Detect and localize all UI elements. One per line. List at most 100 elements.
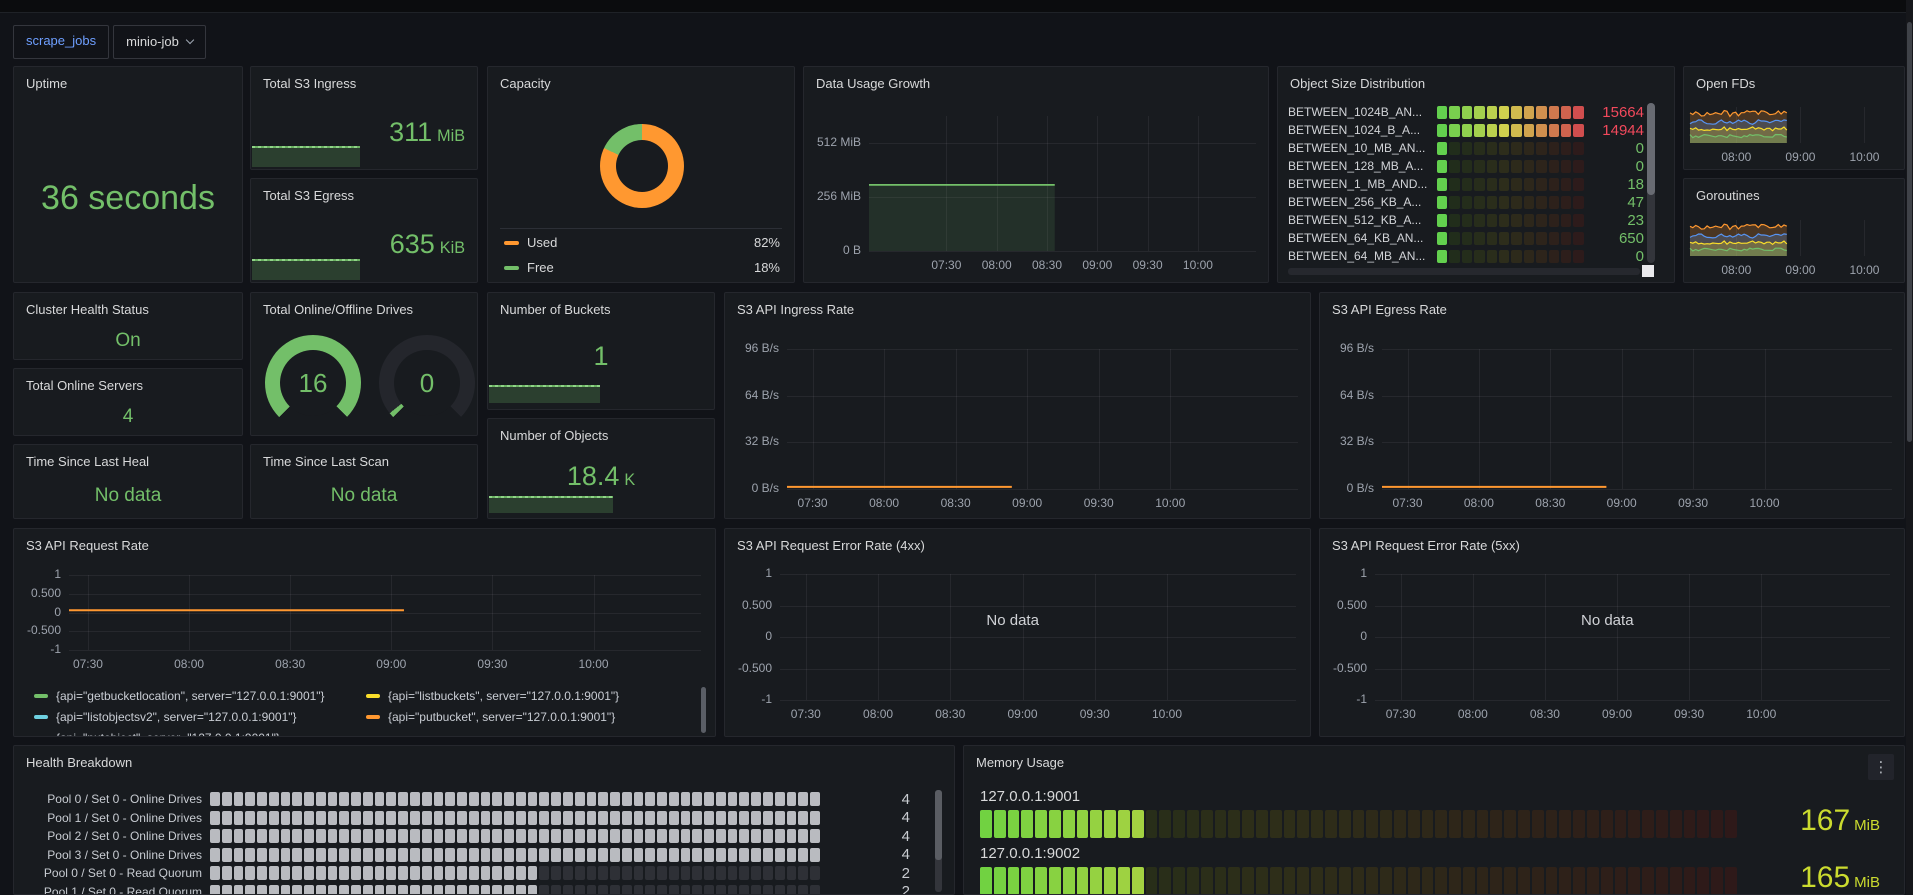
legend-item[interactable]: {api="listobjectsv2", server="127.0.0.1:… [34, 710, 366, 724]
panel-title[interactable]: Total S3 Ingress [251, 67, 477, 91]
led-cell [292, 848, 302, 862]
page-scrollbar[interactable] [1906, 0, 1913, 895]
panel-title[interactable]: Total S3 Egress [251, 179, 477, 203]
vertical-scrollbar[interactable] [1647, 103, 1655, 263]
led-cell [375, 792, 385, 806]
led-cell [245, 811, 255, 825]
led-cell [234, 885, 244, 895]
panel-title[interactable]: Capacity [488, 67, 794, 91]
x-axis-tick: 09:30 [1069, 496, 1129, 510]
panel-title[interactable]: S3 API Egress Rate [1320, 293, 1904, 317]
led-cell [1474, 106, 1484, 119]
led-cell [1546, 810, 1558, 838]
led-cell [610, 885, 620, 895]
led-cell [657, 885, 667, 895]
memory-value: 167MiB [1720, 804, 1880, 838]
variable-tag-scrape-jobs[interactable]: scrape_jobs [13, 25, 109, 59]
legend-item[interactable]: {api="getbucketlocation", server="127.0.… [34, 689, 366, 703]
led-cell [575, 792, 585, 806]
panel-title[interactable]: S3 API Request Rate [14, 529, 715, 553]
panel-title[interactable]: Total Online/Offline Drives [251, 293, 477, 317]
led-cell [739, 829, 749, 843]
scrollbar-corner[interactable] [1642, 265, 1654, 277]
led-cell [575, 848, 585, 862]
y-axis-tick: 96 B/s [1324, 341, 1374, 355]
panel-title[interactable]: Open FDs [1684, 67, 1904, 91]
led-cell [504, 811, 514, 825]
led-cell [1573, 867, 1585, 895]
horizontal-scrollbar[interactable] [1288, 268, 1640, 275]
request-rate-legend: {api="getbucketlocation", server="127.0.… [34, 689, 685, 737]
panel-title[interactable]: Number of Buckets [488, 293, 714, 317]
legend-label: Free [527, 260, 554, 275]
led-cell [245, 792, 255, 806]
gridline-h [1382, 489, 1892, 490]
panel-title[interactable]: Time Since Last Heal [14, 445, 242, 469]
panel-data-usage-growth: Data Usage Growth 512 MiB256 MiB0 B07:30… [803, 66, 1269, 283]
led-cell [645, 848, 655, 862]
panel-total-s3-egress: Total S3 Egress 635KiB [250, 178, 478, 283]
panel-title[interactable]: S3 API Request Error Rate (5xx) [1320, 529, 1904, 553]
x-axis-tick: 08:30 [260, 657, 320, 671]
panel-title[interactable]: S3 API Ingress Rate [725, 293, 1310, 317]
led-cell [692, 792, 702, 806]
led-cell [469, 848, 479, 862]
online-drives-gauge: 16 [265, 335, 361, 431]
led-cell [504, 885, 514, 895]
led-cell [1474, 250, 1484, 263]
led-cell [1297, 810, 1309, 838]
drive-count-value: 4 [820, 791, 910, 808]
panel-total-online-offline-drives: Total Online/Offline Drives 16 0 [250, 292, 478, 436]
panel-title[interactable]: Memory Usage [964, 746, 1904, 770]
led-cell [763, 829, 773, 843]
server-label: 127.0.0.1:9002 [980, 845, 1080, 862]
led-cell [304, 829, 314, 843]
panel-title[interactable]: S3 API Request Error Rate (4xx) [725, 529, 1310, 553]
panel-title[interactable]: Time Since Last Scan [251, 445, 477, 469]
panel-title[interactable]: Cluster Health Status [14, 293, 242, 317]
pool-set-label: Pool 0 / Set 0 - Read Quorum [24, 866, 202, 880]
panel-title[interactable]: Object Size Distribution [1278, 67, 1674, 91]
led-cell [1536, 124, 1546, 137]
led-cell [775, 811, 785, 825]
series-color-dash [366, 715, 380, 719]
panel-title[interactable]: Health Breakdown [14, 746, 954, 770]
led-cell [222, 792, 232, 806]
panel-title[interactable]: Goroutines [1684, 179, 1904, 203]
led-cell [994, 867, 1006, 895]
led-cell [386, 811, 396, 825]
led-cell [1511, 214, 1521, 227]
vertical-scrollbar[interactable] [935, 790, 942, 892]
panel-title[interactable]: Uptime [14, 67, 242, 91]
panel-title[interactable]: Number of Objects [488, 419, 714, 443]
legend-item-free[interactable]: Free [504, 260, 554, 275]
led-cell [1499, 178, 1509, 191]
led-cell [1215, 867, 1227, 895]
legend-item[interactable]: {api="putbucket", server="127.0.0.1:9001… [366, 710, 685, 724]
led-cell [386, 829, 396, 843]
legend-item[interactable]: {api="putobject", server="127.0.0.1:9001… [34, 731, 366, 737]
led-cell [692, 829, 702, 843]
y-axis-tick: -0.500 [1324, 661, 1367, 675]
y-axis-tick: 64 B/s [729, 388, 779, 402]
panel-title[interactable]: Data Usage Growth [804, 67, 1268, 91]
led-cell [775, 792, 785, 806]
legend-item-used[interactable]: Used [504, 235, 557, 250]
legend-item[interactable]: {api="listbuckets", server="127.0.0.1:90… [366, 689, 685, 703]
led-cell [704, 811, 714, 825]
led-bar [1437, 106, 1583, 119]
y-axis-tick: -0.500 [18, 623, 61, 637]
led-cell [1561, 106, 1571, 119]
y-axis-tick: -0.500 [729, 661, 772, 675]
led-cell [716, 792, 726, 806]
legend-scrollbar[interactable] [701, 687, 706, 733]
led-cell [681, 848, 691, 862]
led-cell [798, 792, 808, 806]
drive-count-value: 4 [820, 809, 910, 826]
panel-title[interactable]: Total Online Servers [14, 369, 242, 393]
led-cell [445, 848, 455, 862]
panel-menu-icon[interactable]: ⋮ [1868, 754, 1894, 780]
led-cell [339, 829, 349, 843]
variable-dropdown-minio-job[interactable]: minio-job [113, 25, 206, 59]
led-cell [351, 848, 361, 862]
